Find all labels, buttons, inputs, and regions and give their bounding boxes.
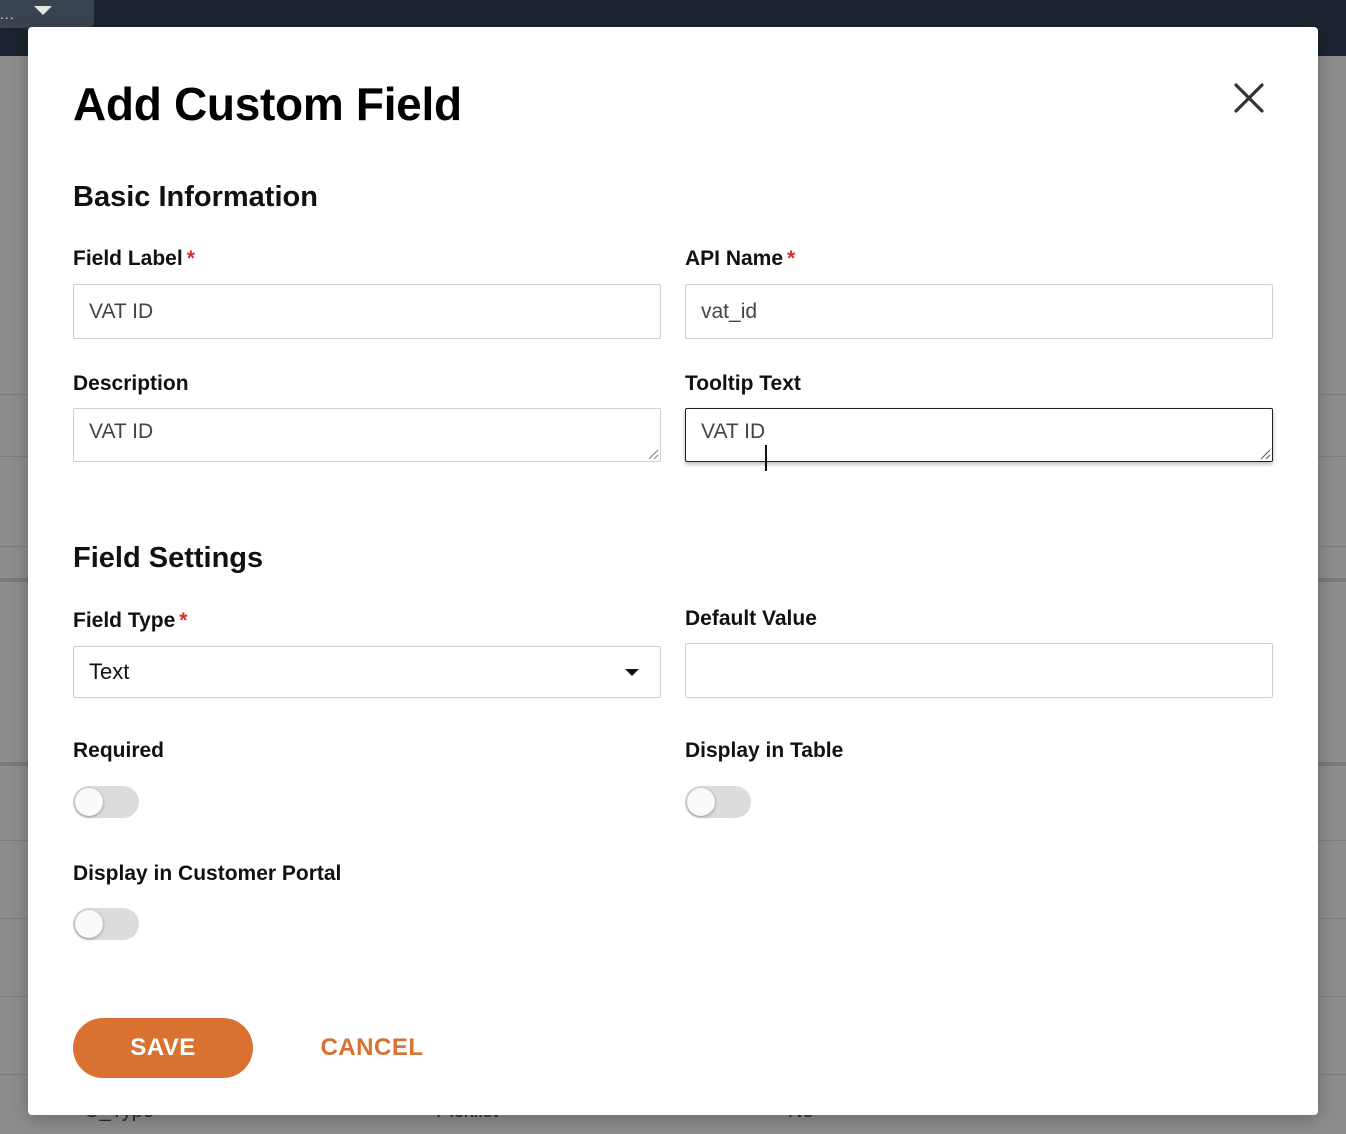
toggle-knob bbox=[75, 910, 103, 938]
topbar-menu-pill[interactable]: ... bbox=[0, 0, 94, 28]
field-type-label: Field Type * bbox=[73, 609, 187, 633]
label-text: Default Value bbox=[685, 607, 817, 630]
field-label-input[interactable] bbox=[73, 284, 661, 339]
cancel-button[interactable]: CANCEL bbox=[310, 1018, 434, 1078]
api-name-input[interactable] bbox=[685, 284, 1273, 339]
display-in-table-label: Display in Table bbox=[685, 739, 843, 763]
label-text: Tooltip Text bbox=[685, 372, 801, 395]
description-label: Description bbox=[73, 372, 189, 396]
required-label: Required bbox=[73, 739, 164, 763]
description-textarea[interactable]: VAT ID bbox=[73, 408, 661, 462]
display-in-customer-portal-toggle[interactable] bbox=[73, 908, 139, 940]
more-dots-icon: ... bbox=[0, 6, 15, 22]
caret-down-icon bbox=[625, 669, 639, 676]
section-title-basic-information: Basic Information bbox=[73, 181, 318, 213]
api-name-label: API Name * bbox=[685, 247, 795, 271]
required-toggle[interactable] bbox=[73, 786, 139, 818]
label-text: Required bbox=[73, 739, 165, 762]
section-title-field-settings: Field Settings bbox=[73, 542, 264, 574]
required-asterisk: * bbox=[787, 247, 796, 270]
label-text: Display in Table bbox=[685, 739, 844, 762]
resize-grip-icon[interactable] bbox=[1259, 448, 1271, 460]
display-in-customer-portal-label: Display in Customer Portal bbox=[73, 862, 341, 886]
description-wrapper: VAT ID bbox=[73, 408, 661, 462]
required-asterisk: * bbox=[186, 247, 195, 270]
tooltip-text-wrapper: VAT ID bbox=[685, 408, 1273, 462]
default-value-label: Default Value bbox=[685, 607, 817, 631]
close-button[interactable] bbox=[1228, 77, 1270, 119]
chevron-down-icon bbox=[34, 6, 52, 15]
resize-grip-icon[interactable] bbox=[647, 448, 659, 460]
toggle-knob bbox=[687, 788, 715, 816]
label-text: Field Type bbox=[73, 609, 176, 632]
display-in-table-toggle[interactable] bbox=[685, 786, 751, 818]
label-text: Display in Customer Portal bbox=[73, 862, 342, 885]
default-value-input[interactable] bbox=[685, 643, 1273, 698]
field-label-label: Field Label * bbox=[73, 247, 195, 271]
text-cursor bbox=[765, 445, 767, 471]
add-custom-field-modal: Add Custom Field Basic Information Field… bbox=[28, 27, 1318, 1115]
required-asterisk: * bbox=[179, 609, 188, 632]
tooltip-text-textarea[interactable]: VAT ID bbox=[685, 408, 1273, 462]
toggle-knob bbox=[75, 788, 103, 816]
label-text: API Name bbox=[685, 247, 784, 270]
tooltip-text-label: Tooltip Text bbox=[685, 372, 801, 396]
label-text: Description bbox=[73, 372, 189, 395]
label-text: Field Label bbox=[73, 247, 183, 270]
field-type-selected-value: Text bbox=[89, 659, 130, 684]
modal-title: Add Custom Field bbox=[73, 78, 462, 130]
save-button[interactable]: SAVE bbox=[73, 1018, 253, 1078]
close-icon bbox=[1234, 83, 1264, 113]
field-type-select[interactable]: Text bbox=[73, 646, 661, 698]
